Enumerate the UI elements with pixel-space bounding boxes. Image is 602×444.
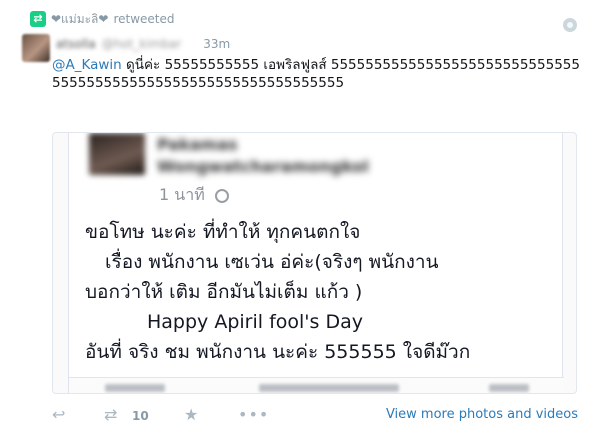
tweet[interactable]: ⇄ ❤แม่มะลิ❤ retweeted atsolla @hot_kimba…	[0, 0, 602, 444]
author-handle[interactable]: @hot_kimbar	[102, 37, 182, 51]
favorite-icon[interactable]: ★	[184, 406, 198, 424]
view-more-photos-link[interactable]: View more photos and videos	[386, 407, 578, 422]
retweet-action-icon[interactable]: ⇄	[104, 406, 117, 424]
facebook-surname: Wongwatcharamongkol	[157, 157, 369, 176]
facebook-name: Pakamas	[157, 135, 238, 154]
post-line: อันที่ จริง ชม พนักงาน นะค่ะ 555555 ใจดี…	[85, 341, 471, 363]
facebook-time: 1 นาที	[159, 183, 229, 208]
globe-icon	[563, 18, 577, 32]
post-line: เรื่อง พนักงาน เซเว่น อ่ค่ะ(จริงๆ พนักงา…	[105, 251, 439, 273]
post-line: Happy Apiril fool's Day	[147, 311, 363, 333]
post-line: บอกว่าให้ เติม อีกมันไม่เต็ม แก้ว )	[85, 281, 363, 303]
post-line: ขอโทษ นะค่ะ ที่ทำให้ ทุกคนตกใจ	[85, 221, 361, 243]
author-name[interactable]: atsolla	[56, 37, 96, 51]
tweet-body: ดูนี่ค่ะ 55555555555 เอพริลฟูลส์ 5555555…	[52, 57, 580, 91]
facebook-post-screenshot: Pakamas Wongwatcharamongkol 1 นาที ขอโทษ…	[68, 133, 564, 393]
share-placeholder	[489, 384, 529, 392]
tweet-actions: ↩ ⇄ 10 ★ ••• View more photos and videos	[52, 404, 582, 426]
retweet-icon: ⇄	[30, 11, 46, 27]
retweet-context: ⇄ ❤แม่มะลิ❤ retweeted	[30, 10, 175, 28]
facebook-avatar	[89, 133, 145, 175]
tweet-photo[interactable]: Pakamas Wongwatcharamongkol 1 นาที ขอโทษ…	[52, 132, 577, 394]
retweeter-name[interactable]: ❤แม่มะลิ❤	[51, 10, 108, 29]
more-icon[interactable]: •••	[238, 406, 269, 424]
retweet-count: 10	[132, 409, 149, 423]
tweet-text: @A_Kawin ดูนี่ค่ะ 55555555555 เอพริลฟูลส…	[52, 56, 582, 92]
facebook-action-bar	[69, 377, 564, 393]
facebook-post-text: ขอโทษ นะค่ะ ที่ทำให้ ทุกคนตกใจ เรื่อง พน…	[85, 217, 555, 367]
comment-placeholder	[259, 384, 399, 392]
tweet-header: atsolla @hot_kimbar 33m	[56, 35, 230, 53]
reply-icon[interactable]: ↩	[52, 406, 65, 424]
like-placeholder	[105, 384, 165, 392]
retweet-verb: retweeted	[113, 12, 175, 26]
tweet-timestamp[interactable]: 33m	[203, 37, 230, 51]
mention-link[interactable]: @A_Kawin	[52, 57, 122, 73]
facebook-time-label: 1 นาที	[159, 185, 205, 204]
avatar[interactable]	[22, 34, 50, 62]
globe-icon	[214, 188, 229, 203]
